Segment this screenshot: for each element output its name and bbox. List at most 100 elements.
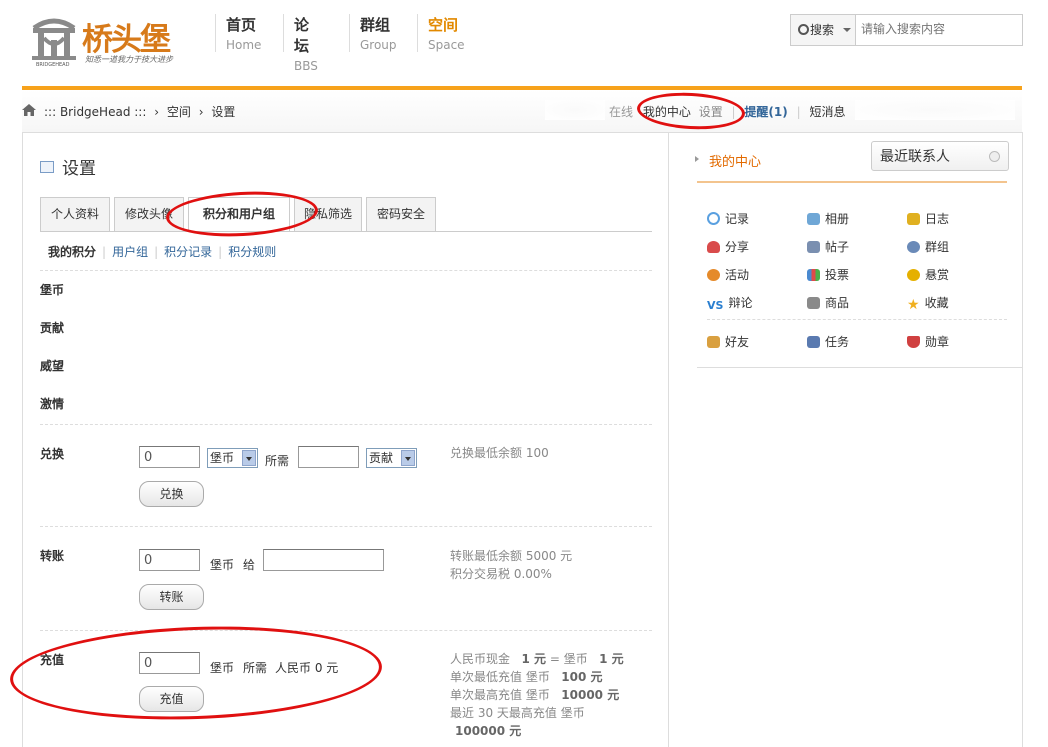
breadcrumb-separator: ›: [154, 105, 160, 119]
select-value: 堡币: [210, 451, 235, 465]
separator: |: [796, 105, 801, 119]
exchange-cost-input[interactable]: [298, 446, 359, 468]
app-post[interactable]: 帖子: [807, 238, 849, 255]
toggle-icon: [989, 151, 1000, 162]
logo-text: 桥头堡: [82, 22, 171, 58]
nav-sublabel: Home: [226, 38, 262, 52]
credit-label: 威望: [40, 359, 65, 373]
medal-icon: [907, 336, 920, 348]
shopping-cart-icon: [807, 297, 820, 309]
app-vote[interactable]: 投票: [807, 266, 849, 283]
heart-share-icon: [707, 241, 720, 253]
group-icon: [907, 241, 920, 253]
photo-album-icon: [807, 213, 820, 225]
divider: [40, 526, 652, 527]
chevron-down-icon: [843, 28, 851, 32]
info-text: 最近 30 天最高充值 堡币: [450, 706, 585, 720]
nav-sublabel: Space: [428, 38, 465, 52]
site-logo[interactable]: 桥头堡 知悉一道我力于技大进步 BRIDGEHEAD: [30, 12, 190, 68]
info-value: 100000 元: [455, 724, 522, 738]
nav-home[interactable]: 首页 Home: [215, 14, 261, 52]
nav-label: 群组: [360, 16, 391, 34]
breadcrumb-site[interactable]: ::: BridgeHead :::: [44, 105, 146, 119]
app-record[interactable]: 记录: [707, 210, 749, 227]
transfer-amount-input[interactable]: 0: [139, 549, 200, 571]
app-label: 任务: [825, 335, 850, 349]
nav-label: 首页: [226, 16, 257, 34]
sidebar-my-center[interactable]: 我的中心: [694, 151, 761, 170]
app-group[interactable]: 群组: [907, 238, 949, 255]
subtab-credit-log[interactable]: 积分记录: [164, 245, 212, 259]
transfer-info-2: 积分交易税 0.00%: [450, 567, 552, 581]
exchange-amount-input[interactable]: 0: [139, 446, 200, 468]
separator: |: [218, 245, 223, 259]
app-journal[interactable]: 日志: [907, 210, 949, 227]
app-medal[interactable]: 勋章: [907, 333, 949, 350]
home-icon[interactable]: [22, 104, 36, 116]
subtab-credit-rules[interactable]: 积分规则: [228, 245, 276, 259]
tab-password[interactable]: 密码安全: [366, 197, 436, 231]
info-text: = 堡币: [549, 652, 588, 666]
task-icon: [807, 336, 820, 348]
app-share[interactable]: 分享: [707, 238, 749, 255]
bridge-logo-icon: [32, 18, 76, 60]
credit-label: 贡献: [40, 321, 65, 335]
app-favorite[interactable]: ★ 收藏: [907, 294, 949, 313]
app-label: 活动: [725, 268, 750, 282]
app-label: 帖子: [825, 240, 850, 254]
separator: |: [154, 245, 159, 259]
messages-link[interactable]: 短消息: [809, 105, 845, 119]
transfer-recipient-input[interactable]: [263, 549, 384, 571]
nav-group[interactable]: 群组 Group: [349, 14, 397, 52]
recent-contacts-button[interactable]: 最近联系人: [871, 141, 1009, 171]
exchange-from-select[interactable]: 堡币: [207, 448, 258, 468]
app-album[interactable]: 相册: [807, 210, 849, 227]
app-reward[interactable]: 悬赏: [907, 266, 949, 283]
divider: [40, 424, 652, 425]
search-box: 搜索: [790, 14, 1025, 46]
app-debate[interactable]: VS 辩论: [707, 294, 752, 312]
app-activity[interactable]: 活动: [707, 266, 749, 283]
app-goods[interactable]: 商品: [807, 294, 849, 311]
app-label: 投票: [825, 268, 850, 282]
credit-label: 激情: [40, 397, 65, 411]
breadcrumb-separator: ›: [198, 105, 204, 119]
subtab-usergroup[interactable]: 用户组: [112, 245, 148, 259]
recharge-info: 人民币现金 1 元 = 堡币 1 元 单次最低充值 堡币 100 元 单次最高充…: [450, 650, 624, 740]
app-friends[interactable]: 好友: [707, 333, 749, 350]
subtab-my-credits[interactable]: 我的积分: [48, 245, 96, 259]
exchange-to-select[interactable]: 贡献: [366, 448, 417, 468]
info-text: 人民币现金: [450, 652, 511, 666]
info-value: 1 元: [521, 652, 546, 666]
info-value: 10000 元: [561, 688, 620, 702]
transfer-button[interactable]: 转账: [139, 584, 204, 610]
search-input[interactable]: [857, 16, 1025, 42]
speech-bubble-icon: [707, 212, 720, 225]
breadcrumb-current: 设置: [211, 105, 236, 119]
exchange-info-text: 兑换最低余额: [450, 446, 523, 460]
exchange-button[interactable]: 兑换: [139, 481, 204, 507]
post-pin-icon: [807, 241, 820, 253]
divider: [707, 319, 1007, 320]
transfer-label: 转账: [40, 549, 65, 563]
blurred-area: [855, 100, 1015, 120]
app-label: 商品: [825, 296, 850, 310]
breadcrumb: ::: BridgeHead ::: › 空间 › 设置: [44, 103, 239, 120]
nav-sublabel: Group: [360, 38, 397, 52]
app-label: 勋章: [925, 335, 950, 349]
nav-label: 论坛: [294, 16, 310, 55]
nav-bbs[interactable]: 论坛 BBS: [283, 14, 318, 73]
journal-icon: [907, 213, 920, 225]
blurred-area: [545, 100, 605, 120]
app-task[interactable]: 任务: [807, 333, 849, 350]
tab-profile[interactable]: 个人资料: [40, 197, 110, 231]
sidebar: 我的中心 最近联系人 记录 相册 日志 分享 帖子 群组 活动 投票 悬赏 VS…: [667, 132, 1023, 747]
nav-space[interactable]: 空间 Space: [417, 14, 465, 52]
remind-link[interactable]: 提醒(1): [744, 105, 787, 119]
credit-label: 堡币: [40, 283, 65, 297]
exchange-info-value: 100: [525, 446, 549, 460]
search-type-dropdown[interactable]: 搜索: [791, 15, 856, 45]
app-label: 悬赏: [925, 268, 950, 282]
breadcrumb-space[interactable]: 空间: [167, 105, 191, 119]
separator: |: [102, 245, 107, 259]
